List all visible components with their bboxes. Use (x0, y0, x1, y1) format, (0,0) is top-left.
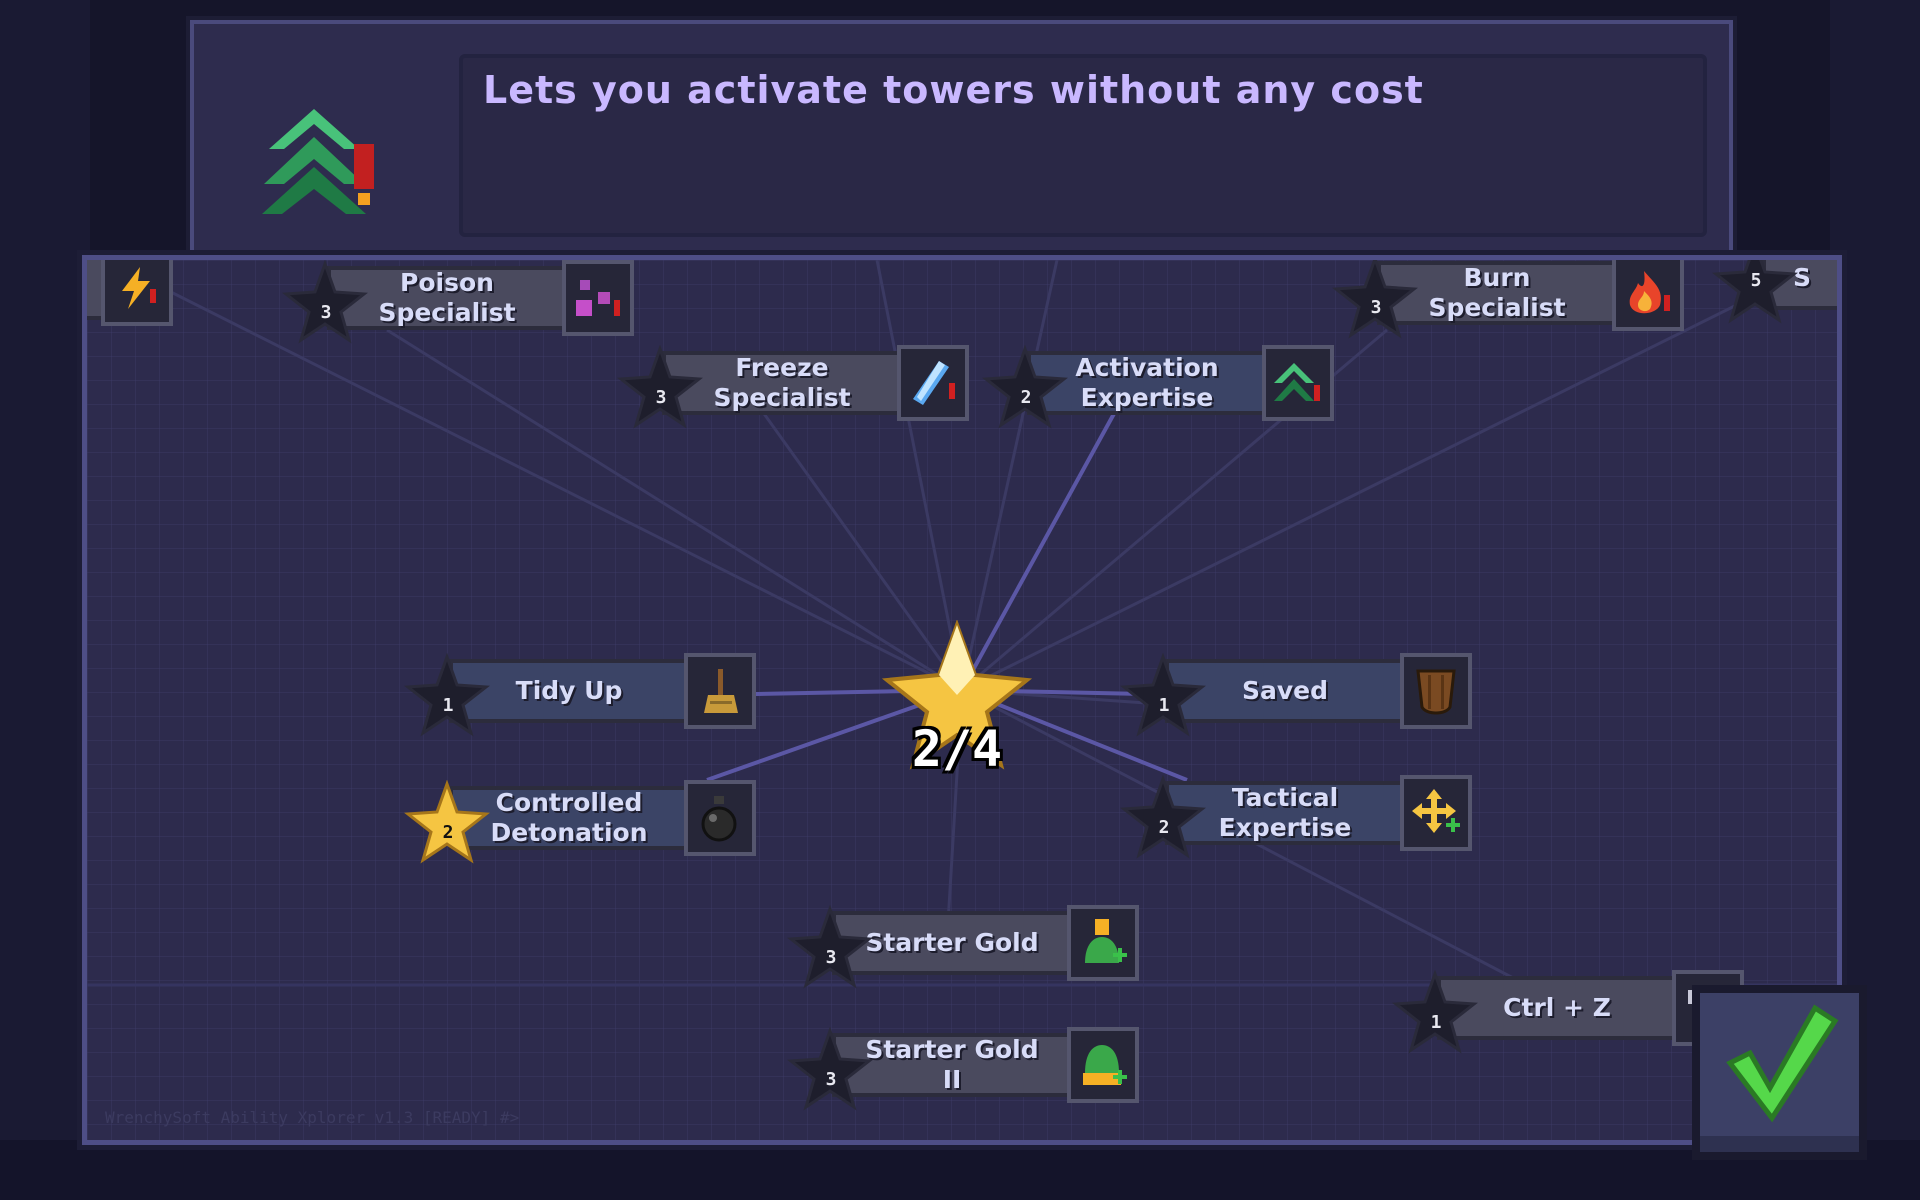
skill-cost: 5 (1750, 270, 1762, 291)
skill-cost: 1 (1430, 1012, 1442, 1033)
skill-cost: 2 (1020, 387, 1032, 408)
skill-node-activation-expertise[interactable]: Activation Expertise 2 (982, 345, 1334, 429)
skill-label-line2: Expertise (1218, 813, 1352, 842)
skill-cost: 1 (442, 695, 454, 716)
skill-cost: 3 (1370, 297, 1382, 318)
skill-map-board[interactable]: 2/4 Poison Specialist 3 Freeze Specialis… (82, 255, 1842, 1145)
left-frame (0, 0, 90, 1200)
activation-chevron-icon (262, 109, 374, 214)
skill-node-starter-gold-2[interactable]: Starter Gold II 3 (787, 1027, 1139, 1111)
skill-label-line2: Specialist (713, 383, 851, 412)
skill-cost: 2 (442, 822, 454, 843)
skill-node-burn-specialist[interactable]: Burn Specialist 3 (1332, 260, 1684, 339)
skill-cost: 1 (1158, 695, 1170, 716)
freeze-icon (897, 345, 969, 421)
skill-cost: 3 (655, 387, 667, 408)
skill-node-controlled-detonation[interactable]: Controlled Detonation 2 (404, 780, 756, 864)
description-text-box: Lets you activate towers without any cos… (459, 54, 1707, 237)
shield-icon (1400, 653, 1472, 729)
skill-label-line1: Activation (1075, 353, 1219, 382)
skill-node-partial-right[interactable]: S 5 (1712, 260, 1837, 324)
skill-node-tactical-expertise[interactable]: Tactical Expertise 2 (1120, 775, 1472, 859)
poison-icon (562, 260, 634, 336)
skill-label-line2: Expertise (1080, 383, 1214, 412)
gold-slime-icon (1067, 905, 1139, 981)
skill-node-saved[interactable]: Saved 1 (1120, 653, 1472, 737)
skill-node-starter-gold[interactable]: Starter Gold 3 (787, 905, 1139, 989)
checkmark-icon (1726, 1004, 1839, 1123)
skill-node-ctrl-z[interactable]: Ctrl + Z 1 (1392, 970, 1744, 1054)
skill-label-line2: Specialist (1428, 293, 1566, 322)
skill-cost: 3 (320, 302, 332, 323)
description-panel: Lets you activate towers without any cos… (190, 20, 1733, 263)
bottom-frame (0, 1140, 1920, 1200)
skill-label-line1: Tidy Up (515, 676, 623, 705)
skill-label-line1: Burn (1463, 263, 1531, 292)
skill-label-line1: Saved (1241, 676, 1329, 705)
center-progress-count: 2/4 (911, 720, 1003, 778)
skill-label-line2: Specialist (378, 298, 516, 327)
bomb-icon (684, 780, 756, 856)
gold-slime-icon (1067, 1027, 1139, 1103)
skill-label-line1: Poison (400, 268, 494, 297)
skill-label-line1: Ctrl + Z (1503, 993, 1611, 1022)
skill-node-freeze-specialist[interactable]: Freeze Specialist 3 (617, 345, 969, 429)
broom-icon (684, 653, 756, 729)
skill-cost: 3 (825, 947, 837, 968)
version-text: WrenchySoft Ability Xplorer v1.3 [READY]… (105, 1108, 520, 1127)
activation-chevron-icon (1262, 345, 1334, 421)
skill-label-line2: II (942, 1065, 962, 1094)
skill-label-line1: Starter Gold (865, 1035, 1039, 1064)
description-text: Lets you activate towers without any cos… (483, 68, 1424, 112)
skill-node-lightning[interactable] (87, 260, 177, 326)
lightning-icon (101, 260, 173, 326)
skill-label-line1: Tactical (1231, 783, 1339, 812)
skill-label-line2: Detonation (490, 818, 648, 847)
skill-label-line1: Freeze (735, 353, 829, 382)
skill-cost: 2 (1158, 817, 1170, 838)
skill-cost: 3 (825, 1069, 837, 1090)
skill-label-line1: Starter Gold (865, 928, 1039, 957)
skill-label-line1: Controlled (495, 788, 643, 817)
move-arrows-icon (1400, 775, 1472, 851)
skill-node-poison-specialist[interactable]: Poison Specialist 3 (282, 260, 634, 344)
skill-node-tidy-up[interactable]: Tidy Up 1 (404, 653, 756, 737)
fire-icon (1612, 260, 1684, 331)
confirm-button[interactable] (1692, 985, 1867, 1160)
